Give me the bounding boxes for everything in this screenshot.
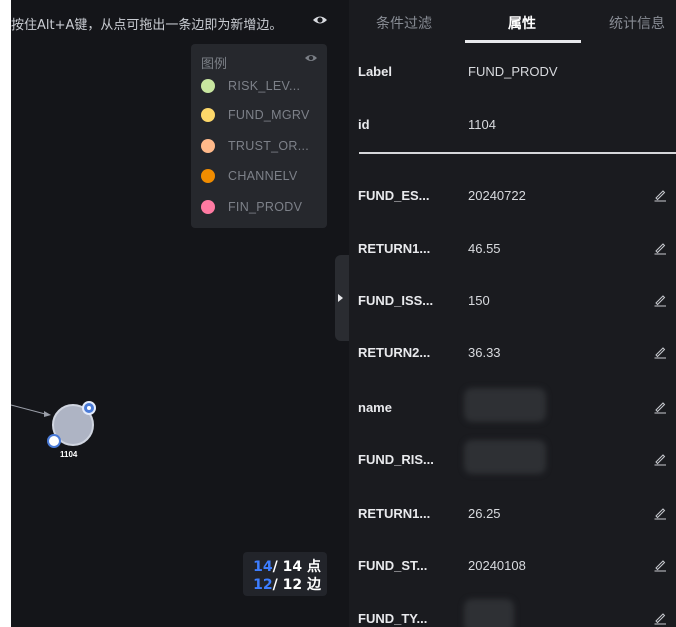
property-row-label: Label FUND_PRODV bbox=[349, 62, 676, 82]
property-key: RETURN1... bbox=[358, 506, 431, 521]
redacted-value bbox=[464, 440, 546, 474]
legend-item-label: TRUST_OR... bbox=[228, 139, 310, 153]
legend-item[interactable]: FIN_PRODV bbox=[201, 197, 302, 217]
legend-color-dot bbox=[201, 200, 215, 214]
property-value: 20240722 bbox=[468, 188, 526, 203]
property-key: FUND_TY... bbox=[358, 611, 428, 626]
property-key: name bbox=[358, 400, 392, 415]
property-row: FUND_ISS... 150 bbox=[349, 291, 676, 311]
detail-panel: 条件过滤 属性 统计信息 Label FUND_PRODV id 1104 FU… bbox=[349, 0, 676, 627]
tab-condition-filter[interactable]: 条件过滤 bbox=[376, 13, 432, 33]
pencil-icon[interactable] bbox=[653, 188, 667, 202]
legend-item-label: RISK_LEV... bbox=[228, 79, 301, 93]
property-key: RETURN1... bbox=[358, 241, 431, 256]
legend-color-dot bbox=[201, 108, 215, 122]
legend-item[interactable]: TRUST_OR... bbox=[201, 136, 309, 156]
property-row: FUND_RIS... bbox=[349, 440, 676, 474]
panel-tabs: 条件过滤 属性 统计信息 bbox=[349, 0, 676, 44]
pencil-icon[interactable] bbox=[653, 293, 667, 307]
property-key: id bbox=[358, 117, 370, 132]
legend-item-label: FIN_PRODV bbox=[228, 200, 303, 214]
pencil-icon[interactable] bbox=[653, 345, 667, 359]
eye-icon[interactable] bbox=[312, 13, 328, 27]
node-pin-icon[interactable] bbox=[82, 401, 96, 415]
legend-item-label: FUND_MGRV bbox=[228, 108, 310, 122]
node-count-total: / 14 点 bbox=[272, 559, 321, 575]
edge-count-total: / 12 边 bbox=[272, 577, 321, 593]
property-row: RETURN2... 36.33 bbox=[349, 343, 676, 363]
property-row: FUND_ST... 20240108 bbox=[349, 556, 676, 576]
property-row: RETURN1... 46.55 bbox=[349, 239, 676, 259]
tab-statistics[interactable]: 统计信息 bbox=[609, 13, 665, 33]
pencil-icon[interactable] bbox=[653, 400, 667, 414]
legend-item-label: CHANNELV bbox=[228, 169, 298, 183]
node-label: 1104 bbox=[60, 450, 78, 459]
property-key: RETURN2... bbox=[358, 345, 431, 360]
legend-title: 图例 bbox=[201, 57, 228, 72]
redacted-value bbox=[464, 388, 546, 422]
property-key: Label bbox=[358, 64, 392, 79]
property-key: FUND_ST... bbox=[358, 558, 428, 573]
edge-hint-text: 按住Alt+A键，从点可拖出一条边即为新增边。 bbox=[11, 18, 283, 33]
property-row: FUND_ES... 20240722 bbox=[349, 186, 676, 206]
property-value: FUND_PRODV bbox=[468, 64, 558, 79]
legend-panel: 图例 RISK_LEV... FUND_MGRV TRUST_OR... CHA… bbox=[191, 44, 327, 228]
property-value: 26.25 bbox=[468, 506, 501, 521]
property-key: FUND_ISS... bbox=[358, 293, 434, 308]
graph-canvas[interactable]: 按住Alt+A键，从点可拖出一条边即为新增边。 图例 RISK_LEV... F… bbox=[11, 0, 349, 627]
property-key: FUND_RIS... bbox=[358, 452, 434, 467]
property-key: FUND_ES... bbox=[358, 188, 430, 203]
section-divider bbox=[359, 152, 676, 154]
legend-color-dot bbox=[201, 79, 215, 93]
property-row-id: id 1104 bbox=[349, 115, 676, 135]
pencil-icon[interactable] bbox=[653, 241, 667, 255]
property-row: FUND_TY... bbox=[349, 599, 676, 627]
legend-item[interactable]: CHANNELV bbox=[201, 166, 298, 186]
pencil-icon[interactable] bbox=[653, 558, 667, 572]
property-row: RETURN1... 26.25 bbox=[349, 504, 676, 524]
property-value: 20240108 bbox=[468, 558, 526, 573]
property-value: 150 bbox=[468, 293, 490, 308]
property-row: name bbox=[349, 388, 676, 422]
edge-count: 12/ 12 边 bbox=[253, 574, 321, 594]
node-count: 14/ 14 点 bbox=[253, 556, 321, 576]
pencil-icon[interactable] bbox=[653, 506, 667, 520]
legend-item[interactable]: FUND_MGRV bbox=[201, 105, 310, 125]
legend-toggle-eye-icon[interactable] bbox=[304, 52, 318, 64]
graph-count-badge: 14/ 14 点 12/ 12 边 bbox=[243, 552, 327, 596]
active-tab-indicator bbox=[465, 40, 581, 43]
legend-color-dot bbox=[201, 139, 215, 153]
redacted-value bbox=[464, 599, 514, 627]
property-value: 36.33 bbox=[468, 345, 501, 360]
property-value: 46.55 bbox=[468, 241, 501, 256]
node-expand-icon[interactable] bbox=[47, 434, 61, 448]
node-count-shown: 14 bbox=[253, 559, 273, 575]
legend-item[interactable]: RISK_LEV... bbox=[201, 76, 300, 96]
property-value: 1104 bbox=[468, 117, 496, 132]
tab-properties[interactable]: 属性 bbox=[508, 13, 536, 33]
pencil-icon[interactable] bbox=[653, 452, 667, 466]
legend-color-dot bbox=[201, 169, 215, 183]
pencil-icon[interactable] bbox=[653, 611, 667, 625]
caret-right-icon[interactable] bbox=[338, 294, 343, 302]
edge-count-shown: 12 bbox=[253, 577, 273, 593]
